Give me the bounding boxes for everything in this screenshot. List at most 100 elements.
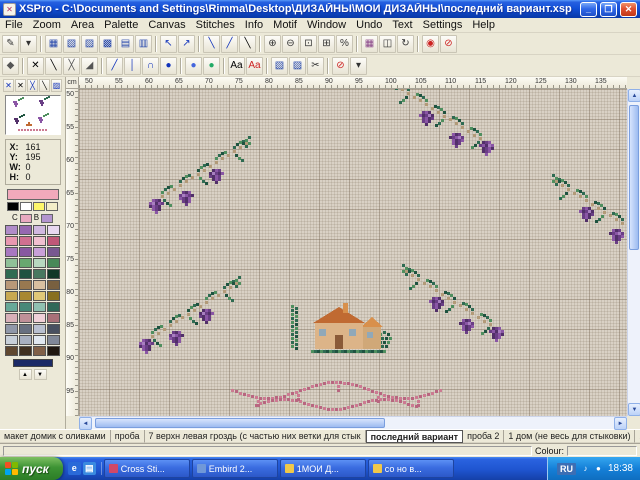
palette-scroll-down-button[interactable]: ▼: [34, 369, 47, 380]
color-mode[interactable]: ◉: [422, 35, 439, 53]
palette-color-swatch[interactable]: [47, 313, 60, 323]
quarter-cross-stitch[interactable]: ╳: [63, 57, 80, 75]
palette-color-swatch[interactable]: [33, 236, 46, 246]
mini-quarter-stitch[interactable]: ╳: [27, 79, 38, 92]
scroll-down-button[interactable]: ▼: [628, 403, 640, 416]
scroll-left-button[interactable]: ◄: [79, 417, 92, 430]
palette-color-swatch[interactable]: [47, 346, 60, 356]
palette-color-swatch[interactable]: [5, 269, 18, 279]
palette-color-swatch[interactable]: [33, 258, 46, 268]
stitch-canvas[interactable]: [79, 89, 627, 416]
menu-help[interactable]: Help: [467, 18, 500, 33]
design-tab[interactable]: 7 верхн левая гроздь (с частью них ветки…: [145, 430, 366, 443]
menu-palette[interactable]: Palette: [99, 18, 143, 33]
palette-color-swatch[interactable]: [47, 269, 60, 279]
palette-color-swatch[interactable]: [5, 291, 18, 301]
text-tool[interactable]: Aa: [228, 57, 245, 75]
palette-color-swatch[interactable]: [19, 258, 32, 268]
stitch-grid-full[interactable]: ▦: [45, 35, 62, 53]
language-indicator[interactable]: RU: [557, 463, 576, 475]
grid-toggle[interactable]: ▦: [361, 35, 378, 53]
rulers-toggle[interactable]: ◫: [379, 35, 396, 53]
menu-canvas[interactable]: Canvas: [143, 18, 190, 33]
mini-knot[interactable]: ▨: [51, 79, 62, 92]
design-tab[interactable]: проба 2: [463, 430, 504, 443]
palette-color-swatch[interactable]: [5, 346, 18, 356]
design-preview[interactable]: [5, 95, 61, 135]
maximize-button[interactable]: ❐: [600, 2, 617, 17]
palette-color-swatch[interactable]: [47, 324, 60, 334]
palette-color-swatch[interactable]: [19, 346, 32, 356]
taskbar-task-button[interactable]: 1МОИ Д...: [280, 459, 366, 478]
palette-color-swatch[interactable]: [47, 335, 60, 345]
text-tool-alt[interactable]: Aa: [246, 57, 263, 75]
symbol-mode[interactable]: ⊘: [440, 35, 457, 53]
quicklaunch-desktop-icon[interactable]: ▤: [83, 462, 96, 475]
zoom-fit[interactable]: ⊞: [318, 35, 335, 53]
scroll-right-button[interactable]: ►: [614, 417, 627, 430]
menu-motif[interactable]: Motif: [268, 18, 302, 33]
palette-color-swatch[interactable]: [33, 225, 46, 235]
menu-settings[interactable]: Settings: [418, 18, 468, 33]
palette-color-swatch[interactable]: [19, 324, 32, 334]
cross-color-swatch[interactable]: [20, 214, 32, 223]
palette-color-swatch[interactable]: [33, 324, 46, 334]
design-tab[interactable]: проба: [111, 430, 145, 443]
half-cross-stitch[interactable]: ╲: [45, 57, 62, 75]
design-tab[interactable]: 1 дом (не весь для стыковки): [504, 430, 635, 443]
horizontal-scrollbar[interactable]: ◄ ►: [79, 416, 627, 429]
palette-color-swatch[interactable]: [47, 247, 60, 257]
palette-color-swatch[interactable]: [5, 236, 18, 246]
palette-color-swatch[interactable]: [19, 225, 32, 235]
palette-color-swatch[interactable]: [19, 236, 32, 246]
minimize-button[interactable]: _: [580, 2, 597, 17]
palette-color-swatch[interactable]: [33, 335, 46, 345]
palette-color-swatch[interactable]: [19, 280, 32, 290]
stitch-grid-back[interactable]: ▩: [99, 35, 116, 53]
palette-color-swatch[interactable]: [5, 335, 18, 345]
stitch-grid-quarter[interactable]: ▨: [81, 35, 98, 53]
palette-color-swatch[interactable]: [33, 302, 46, 312]
palette-color-swatch[interactable]: [19, 313, 32, 323]
basic-color-swatch-2[interactable]: [33, 202, 45, 211]
refresh-view[interactable]: ↻: [397, 35, 414, 53]
mini-full-stitch[interactable]: ✕: [3, 79, 14, 92]
palette-color-swatch[interactable]: [5, 313, 18, 323]
palette-color-swatch[interactable]: [19, 291, 32, 301]
full-cross-stitch[interactable]: ✕: [27, 57, 44, 75]
palette-color-swatch[interactable]: [19, 335, 32, 345]
design-tab[interactable]: последний вариант: [366, 430, 463, 443]
mini-backstitch[interactable]: ╲: [39, 79, 50, 92]
palette-color-swatch[interactable]: [47, 280, 60, 290]
bead-small[interactable]: ●: [185, 57, 202, 75]
palette-color-swatch[interactable]: [5, 302, 18, 312]
stitch-grid-special[interactable]: ▤: [117, 35, 134, 53]
menu-area[interactable]: Area: [66, 18, 99, 33]
taskbar-task-button[interactable]: Cross Sti...: [104, 459, 190, 478]
diagonal-line-thick[interactable]: ╲: [239, 35, 256, 53]
menu-text[interactable]: Text: [387, 18, 417, 33]
palette-color-swatch[interactable]: [19, 247, 32, 257]
back-color-swatch[interactable]: [41, 214, 53, 223]
palette-color-swatch[interactable]: [33, 313, 46, 323]
menu-info[interactable]: Info: [240, 18, 268, 33]
zoom-percent[interactable]: %: [336, 35, 353, 53]
taskbar-task-button[interactable]: Embird 2...: [192, 459, 278, 478]
backstitch-line[interactable]: ╱: [106, 57, 123, 75]
design-tab[interactable]: макет домик с оливками: [0, 430, 111, 443]
french-knot[interactable]: ●: [160, 57, 177, 75]
palette-color-swatch[interactable]: [33, 247, 46, 257]
basic-color-swatch-0[interactable]: [7, 202, 19, 211]
horizontal-scroll-thumb[interactable]: [95, 418, 385, 428]
mini-half-stitch[interactable]: ✕: [15, 79, 26, 92]
palette-color-swatch[interactable]: [47, 236, 60, 246]
menu-undo[interactable]: Undo: [351, 18, 387, 33]
palette-color-swatch[interactable]: [47, 291, 60, 301]
palette-color-swatch[interactable]: [19, 269, 32, 279]
palette-color-swatch[interactable]: [19, 302, 32, 312]
stitch-selector[interactable]: ◆: [2, 57, 19, 75]
stitch-grid-half[interactable]: ▧: [63, 35, 80, 53]
palette-color-swatch[interactable]: [5, 324, 18, 334]
basic-color-swatch-3[interactable]: [46, 202, 58, 211]
palette-color-swatch[interactable]: [33, 269, 46, 279]
